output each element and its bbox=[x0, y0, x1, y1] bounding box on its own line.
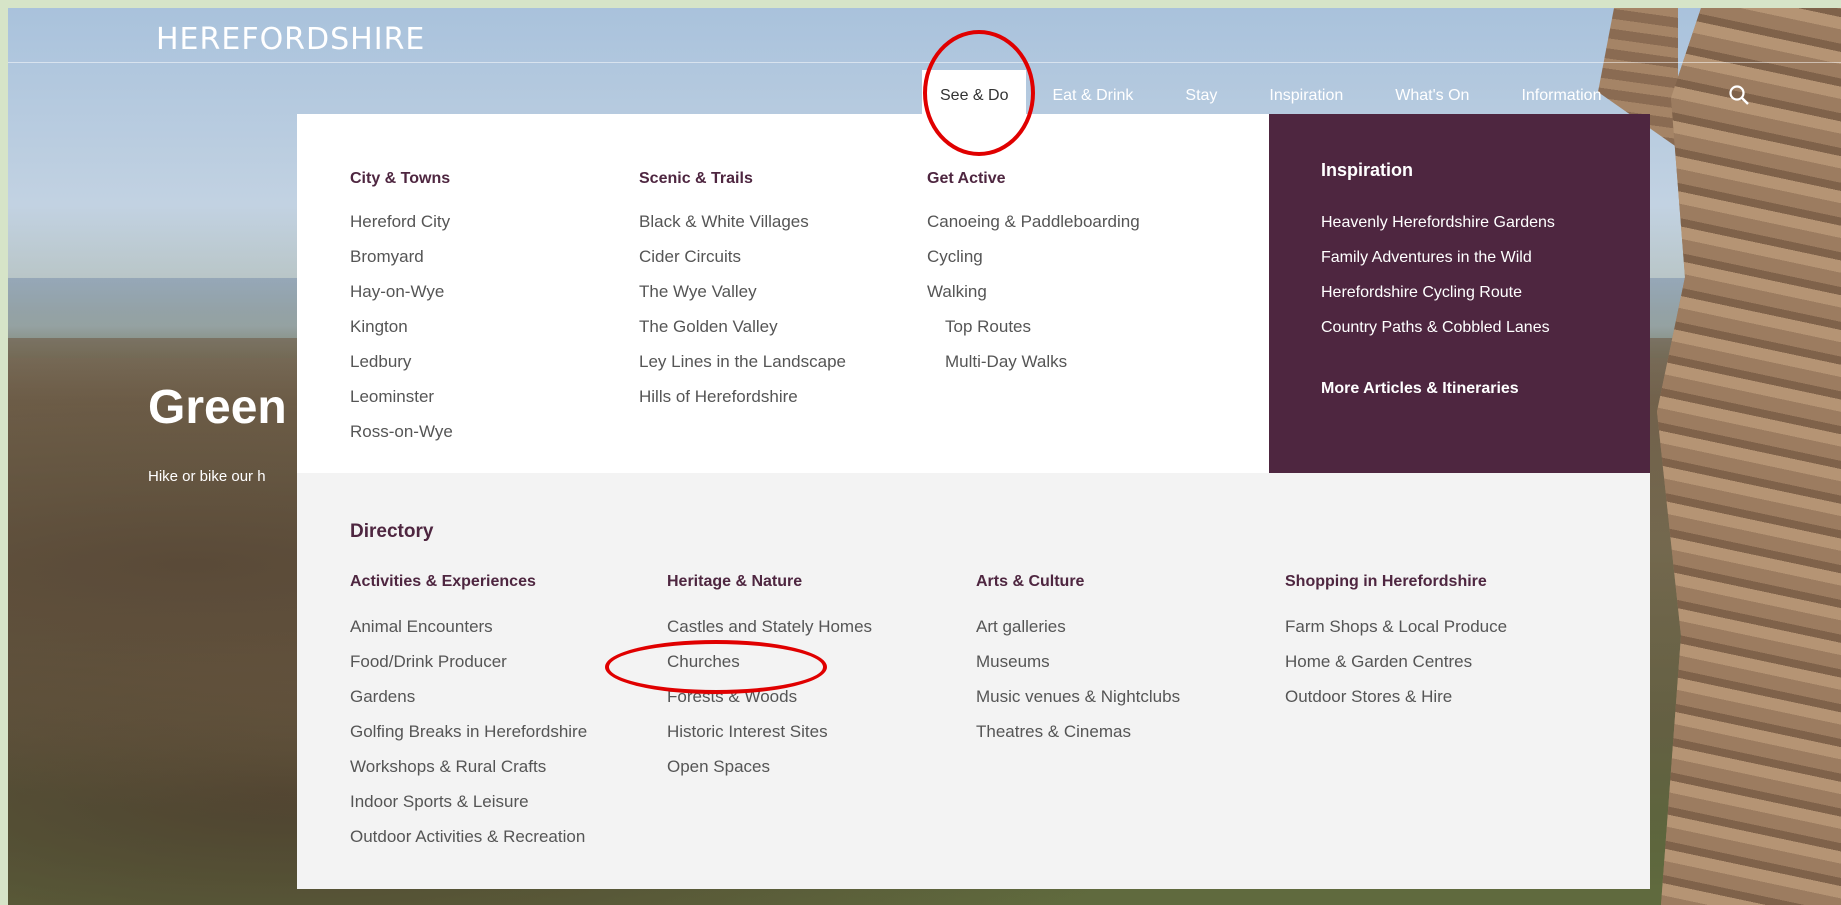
search-icon[interactable] bbox=[1728, 84, 1750, 106]
menu-column-get-active: Get Active Canoeing & Paddleboarding Cyc… bbox=[927, 170, 1140, 379]
inspiration-link[interactable]: Family Adventures in the Wild bbox=[1321, 240, 1598, 275]
annotation-circle-see-do bbox=[923, 30, 1035, 156]
directory-link[interactable]: Gardens bbox=[350, 679, 587, 714]
menu-sublink[interactable]: Top Routes bbox=[927, 309, 1140, 344]
directory-link[interactable]: Theatres & Cinemas bbox=[976, 714, 1180, 749]
inspiration-panel: Inspiration Heavenly Herefordshire Garde… bbox=[1269, 114, 1650, 473]
menu-link[interactable]: Black & White Villages bbox=[639, 204, 846, 239]
directory-link[interactable]: Art galleries bbox=[976, 609, 1180, 644]
annotation-circle-churches bbox=[605, 640, 827, 694]
directory-column-arts: Arts & Culture Art galleries Museums Mus… bbox=[976, 573, 1180, 749]
column-heading[interactable]: Get Active bbox=[927, 170, 1140, 188]
menu-column-city-towns: City & Towns Hereford City Bromyard Hay-… bbox=[350, 170, 453, 449]
site-logo[interactable]: HEREFORDSHIRE bbox=[156, 22, 425, 57]
inspiration-link[interactable]: Heavenly Herefordshire Gardens bbox=[1321, 205, 1598, 240]
menu-link[interactable]: Cycling bbox=[927, 239, 1140, 274]
inspiration-link[interactable]: Country Paths & Cobbled Lanes bbox=[1321, 310, 1598, 345]
directory-link[interactable]: Castles and Stately Homes bbox=[667, 609, 872, 644]
menu-link[interactable]: The Wye Valley bbox=[639, 274, 846, 309]
column-heading[interactable]: Heritage & Nature bbox=[667, 573, 872, 591]
directory-heading: Directory bbox=[350, 521, 434, 542]
directory-link[interactable]: Historic Interest Sites bbox=[667, 714, 872, 749]
menu-link[interactable]: Ross-on-Wye bbox=[350, 414, 453, 449]
more-articles-link[interactable]: More Articles & Itineraries bbox=[1321, 371, 1598, 406]
directory-column-activities: Activities & Experiences Animal Encounte… bbox=[350, 573, 587, 854]
menu-link[interactable]: Canoeing & Paddleboarding bbox=[927, 204, 1140, 239]
menu-link[interactable]: Hereford City bbox=[350, 204, 453, 239]
page-frame: HEREFORDSHIRE See & Do Eat & Drink Stay … bbox=[8, 8, 1841, 905]
column-heading[interactable]: Arts & Culture bbox=[976, 573, 1180, 591]
menu-link[interactable]: The Golden Valley bbox=[639, 309, 846, 344]
directory-link[interactable]: Farm Shops & Local Produce bbox=[1285, 609, 1507, 644]
directory-link[interactable]: Music venues & Nightclubs bbox=[976, 679, 1180, 714]
directory-link[interactable]: Workshops & Rural Crafts bbox=[350, 749, 587, 784]
hero-subtitle: Hike or bike our h bbox=[148, 468, 266, 485]
column-heading[interactable]: City & Towns bbox=[350, 170, 453, 188]
header-divider bbox=[8, 62, 1841, 63]
hero-title: Green bbox=[148, 381, 287, 434]
directory-panel: Directory Activities & Experiences Anima… bbox=[297, 473, 1650, 889]
menu-link[interactable]: Kington bbox=[350, 309, 453, 344]
directory-link[interactable]: Open Spaces bbox=[667, 749, 872, 784]
directory-link[interactable]: Outdoor Activities & Recreation bbox=[350, 819, 587, 854]
menu-link[interactable]: Walking bbox=[927, 274, 1140, 309]
menu-link[interactable]: Ley Lines in the Landscape bbox=[639, 344, 846, 379]
menu-link[interactable]: Bromyard bbox=[350, 239, 453, 274]
menu-link[interactable]: Cider Circuits bbox=[639, 239, 846, 274]
directory-link[interactable]: Museums bbox=[976, 644, 1180, 679]
menu-link[interactable]: Leominster bbox=[350, 379, 453, 414]
directory-link[interactable]: Home & Garden Centres bbox=[1285, 644, 1507, 679]
mega-menu-links-panel: City & Towns Hereford City Bromyard Hay-… bbox=[297, 114, 1269, 473]
menu-column-scenic-trails: Scenic & Trails Black & White Villages C… bbox=[639, 170, 846, 414]
column-heading[interactable]: Activities & Experiences bbox=[350, 573, 587, 591]
column-heading[interactable]: Scenic & Trails bbox=[639, 170, 846, 188]
directory-link[interactable]: Animal Encounters bbox=[350, 609, 587, 644]
menu-link[interactable]: Ledbury bbox=[350, 344, 453, 379]
mega-menu: City & Towns Hereford City Bromyard Hay-… bbox=[297, 114, 1650, 889]
menu-link[interactable]: Hay-on-Wye bbox=[350, 274, 453, 309]
directory-column-shopping: Shopping in Herefordshire Farm Shops & L… bbox=[1285, 573, 1507, 714]
menu-sublink[interactable]: Multi-Day Walks bbox=[927, 344, 1140, 379]
directory-link[interactable]: Food/Drink Producer bbox=[350, 644, 587, 679]
menu-link[interactable]: Hills of Herefordshire bbox=[639, 379, 846, 414]
inspiration-link[interactable]: Herefordshire Cycling Route bbox=[1321, 275, 1598, 310]
directory-link[interactable]: Indoor Sports & Leisure bbox=[350, 784, 587, 819]
inspiration-heading[interactable]: Inspiration bbox=[1321, 160, 1598, 181]
directory-link[interactable]: Outdoor Stores & Hire bbox=[1285, 679, 1507, 714]
column-heading[interactable]: Shopping in Herefordshire bbox=[1285, 573, 1507, 591]
directory-link[interactable]: Golfing Breaks in Herefordshire bbox=[350, 714, 587, 749]
